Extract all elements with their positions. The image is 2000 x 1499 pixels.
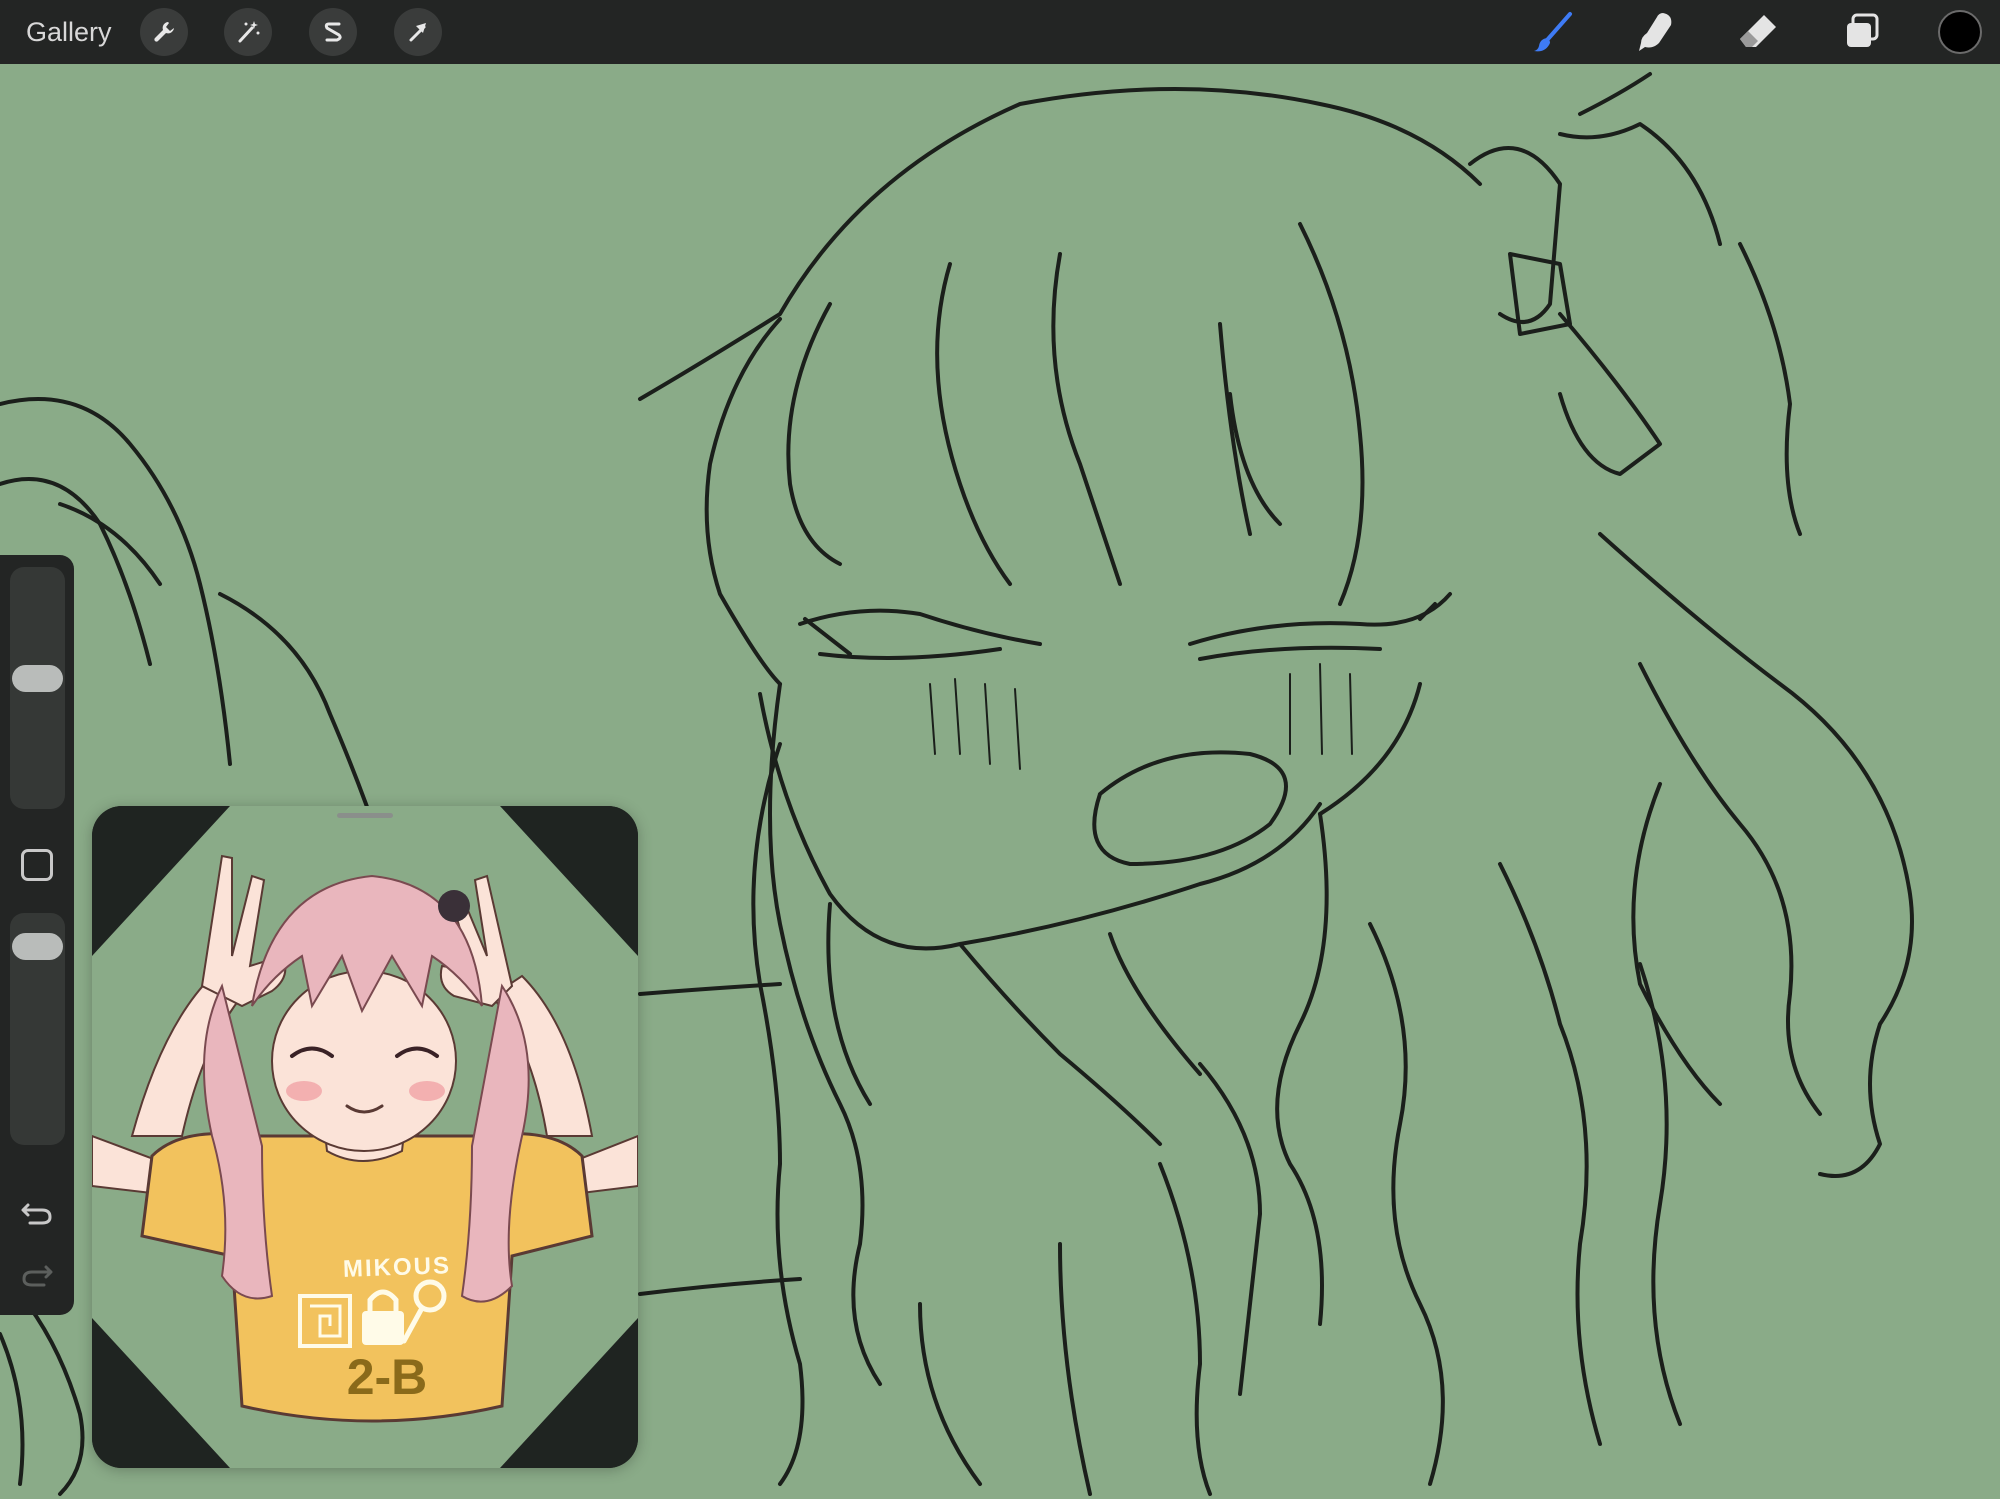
shirt-class-text: 2-B (346, 1349, 428, 1405)
eraser-tool[interactable] (1733, 6, 1785, 58)
undo-icon[interactable] (18, 1193, 56, 1231)
wrench-icon (154, 22, 174, 42)
redo-icon[interactable] (18, 1255, 56, 1293)
smudge-finger-icon (1639, 13, 1672, 51)
left-sidebar (0, 555, 74, 1315)
reference-drag-handle[interactable] (337, 813, 393, 818)
adjustments-button[interactable] (224, 8, 272, 56)
smudge-tool[interactable] (1630, 6, 1682, 58)
brush-tool[interactable] (1527, 6, 1579, 58)
top-toolbar: Gallery (0, 0, 2000, 64)
opacity-thumb[interactable] (12, 933, 63, 960)
selection-button[interactable] (309, 8, 357, 56)
brush-size-slider[interactable] (10, 567, 65, 809)
gallery-button[interactable]: Gallery (26, 14, 112, 50)
actions-button[interactable] (140, 8, 188, 56)
procreate-app: Gallery MIKOUS 2-B (0, 0, 2000, 1499)
layers-icon (1847, 13, 1879, 47)
opacity-slider[interactable] (10, 913, 65, 1145)
reference-window[interactable]: MIKOUS 2-B (92, 806, 638, 1468)
selection-s-icon (324, 22, 342, 42)
arrow-cursor-icon (409, 23, 426, 42)
square-modifier-icon[interactable] (21, 849, 53, 881)
brush-icon (1534, 12, 1572, 52)
color-picker-button[interactable] (1938, 10, 1982, 54)
shirt-brand-text: MIKOUS (342, 1252, 452, 1283)
eraser-icon (1740, 15, 1776, 47)
magic-wand-icon (238, 21, 260, 43)
transform-button[interactable] (394, 8, 442, 56)
brush-size-thumb[interactable] (12, 665, 63, 692)
layers-tool[interactable] (1836, 6, 1888, 58)
